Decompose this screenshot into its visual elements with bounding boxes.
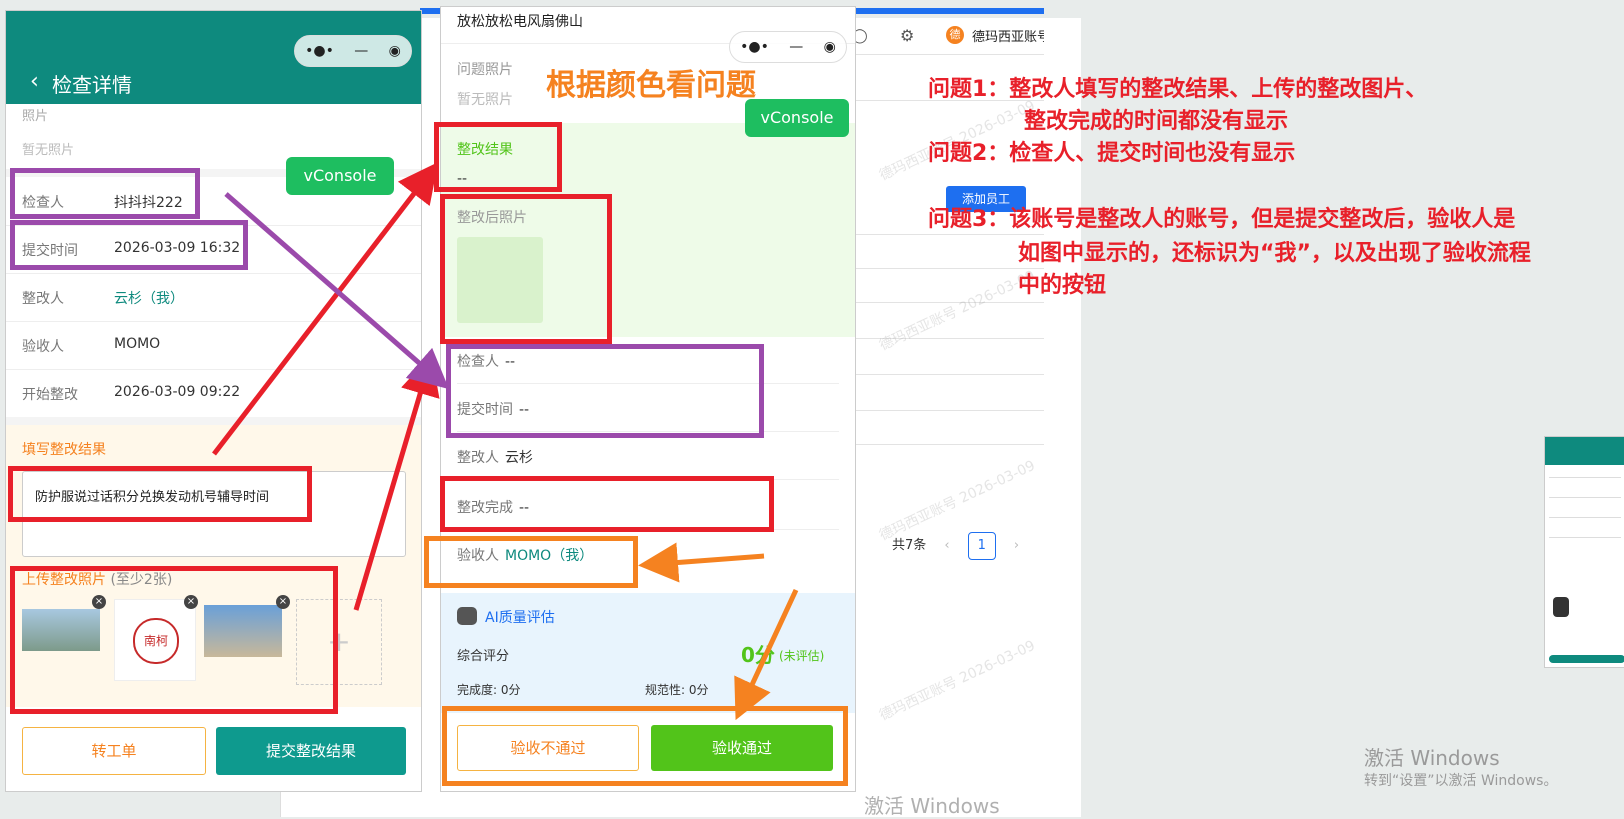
issue-1-line-2: 整改完成的时间都没有显示 xyxy=(1024,109,1289,134)
issue-1-line-1: 问题1：整改人填写的整改结果、上传的整改图片、 xyxy=(928,77,1428,102)
annotation-heading: 根据颜色看问题 xyxy=(546,68,756,103)
windows-activation-title: 激活 Windows xyxy=(1364,746,1500,770)
windows-activation-title-2: 激活 Windows xyxy=(864,794,1000,818)
annotation-arrows xyxy=(212,162,799,721)
orange-arrow xyxy=(734,588,799,721)
red-arrow xyxy=(353,354,440,611)
orange-arrow xyxy=(638,542,765,583)
windows-activation-subtitle: 转到“设置”以激活 Windows。 xyxy=(1364,773,1558,789)
red-arrow xyxy=(212,162,439,456)
issue-3-line-3: 中的按钮 xyxy=(1018,273,1107,298)
issue-2: 问题2：检查人、提交时间也没有显示 xyxy=(928,141,1296,166)
issue-3-line-1: 问题3：该账号是整改人的账号，但是提交整改后，验收人是 xyxy=(928,207,1516,232)
issue-3-line-2: 如图中显示的，还标识为“我”，以及出现了验收流程 xyxy=(1018,241,1531,266)
purple-arrow xyxy=(224,192,450,390)
